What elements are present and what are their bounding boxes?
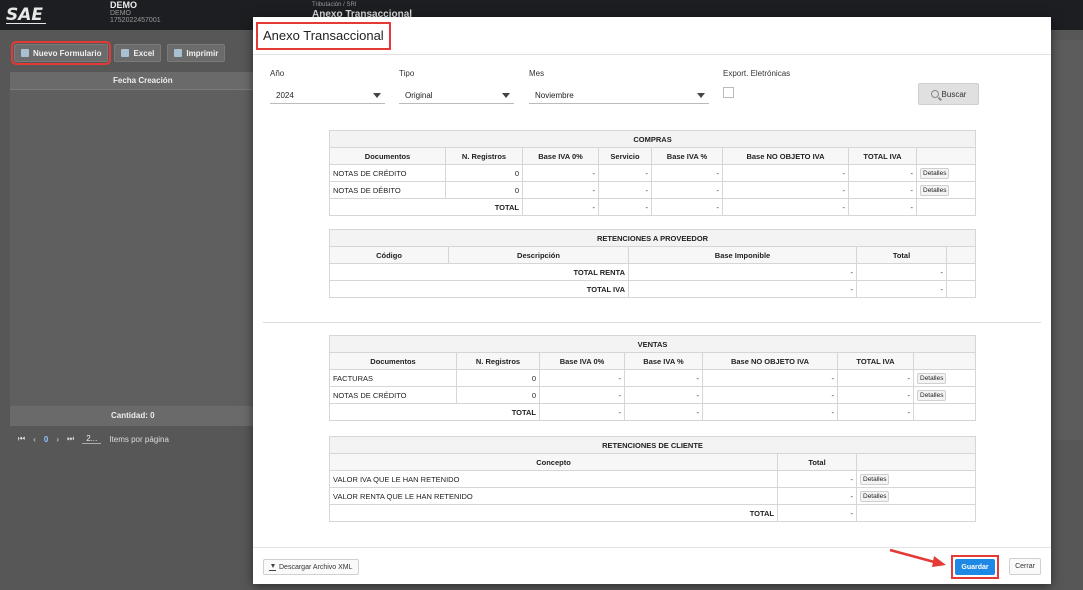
total-row: TOTAL - bbox=[329, 504, 977, 522]
compras-header-row: Documentos N. Registros Base IVA 0% Serv… bbox=[329, 147, 977, 165]
chevron-down-icon bbox=[373, 93, 381, 98]
download-xml-button[interactable]: Descargar Archivo XML bbox=[263, 559, 359, 575]
company-sub: DEMO bbox=[110, 10, 131, 17]
grid-body bbox=[10, 90, 253, 406]
modal-title: Anexo Transaccional bbox=[256, 22, 391, 50]
print-button[interactable]: Imprimir bbox=[167, 44, 226, 62]
table-row: FACTURAS 0 - - - - Detalles bbox=[329, 369, 977, 387]
sae-logo-icon: SAE bbox=[6, 5, 46, 25]
print-icon bbox=[174, 49, 183, 57]
ventas-table: VENTAS Documentos N. Registros Base IVA … bbox=[328, 335, 977, 421]
download-icon bbox=[269, 563, 276, 571]
company-name: DEMO bbox=[110, 0, 137, 10]
grid-count: Cantidad: 0 bbox=[111, 411, 155, 420]
pager-last-icon[interactable]: ⏭ bbox=[67, 434, 74, 444]
table-row: TOTAL IVA - - bbox=[329, 280, 977, 298]
details-button[interactable]: Detalles bbox=[860, 490, 890, 502]
table-row: NOTAS DE DÉBITO 0 - - - - - Detalles bbox=[329, 181, 977, 199]
table-row: TOTAL RENTA - - bbox=[329, 263, 977, 281]
pager: ⏮ ‹ 0 › ⏭ 2... Items por página bbox=[18, 434, 169, 444]
details-button[interactable]: Detalles bbox=[920, 184, 950, 196]
modal-header: Anexo Transaccional bbox=[253, 17, 1051, 55]
search-button[interactable]: Buscar bbox=[918, 83, 979, 105]
ret-cliente-title: RETENCIONES DE CLIENTE bbox=[328, 436, 977, 454]
breadcrumb-path: Tributación / SRI bbox=[312, 2, 357, 8]
type-select[interactable]: Original bbox=[399, 87, 514, 104]
details-button[interactable]: Detalles bbox=[920, 167, 950, 179]
pager-next-icon[interactable]: › bbox=[56, 435, 59, 444]
grid-footer: Cantidad: 0 bbox=[10, 406, 253, 426]
details-button[interactable]: Detalles bbox=[860, 473, 890, 485]
year-label: Año bbox=[270, 69, 285, 78]
pager-prev-icon[interactable]: ‹ bbox=[33, 435, 36, 444]
items-per-page-label: Items por página bbox=[109, 434, 169, 444]
chevron-down-icon bbox=[502, 93, 510, 98]
background-toolbar: Nuevo Formulario Excel Imprimir bbox=[10, 41, 226, 65]
total-row: TOTAL - - - - - bbox=[329, 198, 977, 216]
section-divider bbox=[263, 322, 1041, 323]
pager-first-icon[interactable]: ⏮ bbox=[18, 434, 25, 444]
export-label: Export. Eletrónicas bbox=[723, 69, 791, 78]
details-button[interactable]: Detalles bbox=[917, 389, 947, 401]
excel-button[interactable]: Excel bbox=[114, 44, 162, 62]
search-icon bbox=[930, 90, 939, 98]
excel-icon bbox=[121, 49, 130, 57]
ret-cliente-table: RETENCIONES DE CLIENTE Concepto Total VA… bbox=[328, 436, 977, 522]
new-form-icon bbox=[21, 49, 29, 57]
chevron-down-icon bbox=[697, 93, 705, 98]
save-button[interactable]: Guardar bbox=[955, 559, 995, 575]
table-row: NOTAS DE CRÉDITO 0 - - - - Detalles bbox=[329, 386, 977, 404]
details-button[interactable]: Detalles bbox=[917, 372, 947, 384]
month-label: Mes bbox=[529, 69, 545, 78]
new-form-button[interactable]: Nuevo Formulario bbox=[10, 41, 112, 65]
table-row: VALOR IVA QUE LE HAN RETENIDO - Detalles bbox=[329, 470, 977, 488]
ret-cliente-header-row: Concepto Total bbox=[329, 453, 977, 471]
export-checkbox[interactable] bbox=[723, 87, 734, 98]
grid-header: Fecha Creación bbox=[10, 72, 253, 90]
ventas-header-row: Documentos N. Registros Base IVA 0% Base… bbox=[329, 352, 977, 370]
ret-proveedor-title: RETENCIONES A PROVEEDOR bbox=[328, 229, 977, 247]
red-arrow-icon bbox=[889, 548, 946, 567]
type-label: Tipo bbox=[399, 69, 415, 78]
company-info: DEMO DEMO 1752022457001 bbox=[110, 0, 161, 24]
save-button-highlight: Guardar bbox=[951, 555, 999, 579]
pager-current-page[interactable]: 0 bbox=[44, 435, 48, 444]
ret-proveedor-table: RETENCIONES A PROVEEDOR Código Descripci… bbox=[328, 229, 977, 298]
compras-table: COMPRAS Documentos N. Registros Base IVA… bbox=[328, 130, 977, 216]
total-row: TOTAL - - - - bbox=[329, 403, 977, 421]
ret-proveedor-header-row: Código Descripción Base Imponible Total bbox=[329, 246, 977, 264]
table-row: VALOR RENTA QUE LE HAN RETENIDO - Detall… bbox=[329, 487, 977, 505]
svg-text:SAE: SAE bbox=[6, 5, 43, 25]
close-button[interactable]: Cerrar bbox=[1009, 558, 1041, 575]
month-select[interactable]: Noviembre bbox=[529, 87, 709, 104]
year-select[interactable]: 2024 bbox=[270, 87, 385, 104]
page-size-select[interactable]: 2... bbox=[82, 434, 102, 444]
company-id: 1752022457001 bbox=[110, 17, 161, 24]
background-right-panel bbox=[1052, 40, 1083, 440]
compras-title: COMPRAS bbox=[328, 130, 977, 148]
anexo-modal: Anexo Transaccional Año 2024 Tipo Origin… bbox=[253, 17, 1051, 584]
ventas-title: VENTAS bbox=[328, 335, 977, 353]
grid-header-date[interactable]: Fecha Creación bbox=[113, 76, 173, 85]
table-row: NOTAS DE CRÉDITO 0 - - - - - Detalles bbox=[329, 164, 977, 182]
